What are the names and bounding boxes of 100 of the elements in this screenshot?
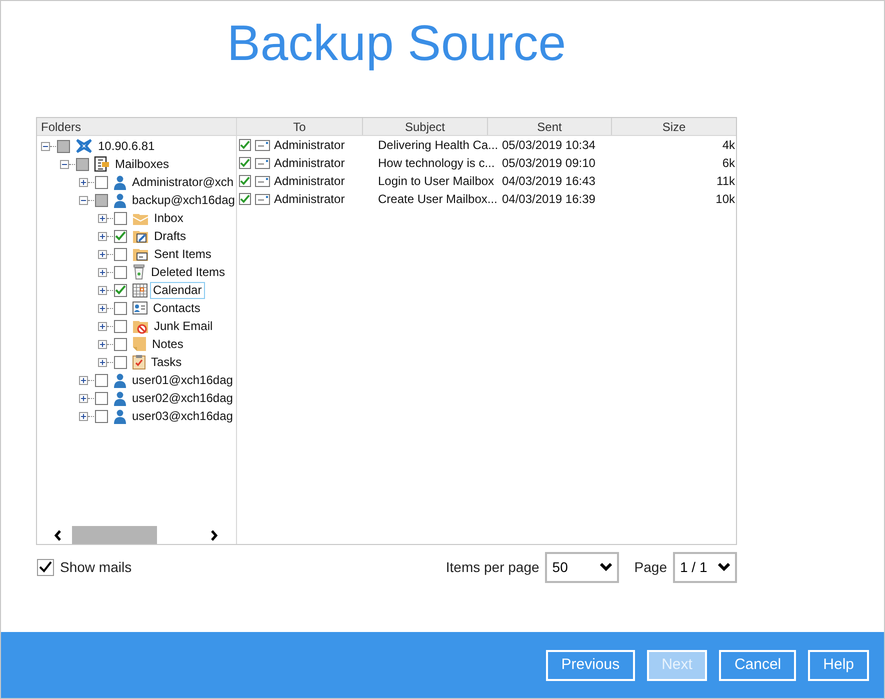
- tree-item[interactable]: 10.90.6.81: [95, 138, 158, 154]
- tree-item[interactable]: user02@xch16dag: [129, 390, 236, 406]
- expand-icon[interactable]: [98, 250, 107, 258]
- checkbox[interactable]: [239, 193, 251, 205]
- mail-icon: [255, 194, 270, 204]
- checkbox[interactable]: [114, 356, 127, 368]
- tree-item[interactable]: Tasks: [148, 354, 185, 370]
- scroll-right-icon[interactable]: [210, 530, 218, 540]
- chevron-down-icon: [718, 563, 730, 571]
- expand-icon[interactable]: [98, 358, 107, 366]
- checkbox[interactable]: [114, 230, 127, 242]
- calendar-icon: [132, 282, 148, 298]
- checkbox[interactable]: [114, 266, 127, 278]
- scrollbar-thumb[interactable]: [72, 526, 157, 544]
- column-header[interactable]: Sent: [488, 118, 612, 135]
- column-header[interactable]: Size: [612, 118, 736, 135]
- expand-icon[interactable]: [79, 376, 88, 384]
- mail-icon: [255, 158, 270, 168]
- collapse-icon[interactable]: [60, 160, 69, 168]
- tree-item[interactable]: backup@xch16dag: [129, 192, 236, 208]
- checkbox[interactable]: [114, 284, 127, 296]
- page-label: Page: [634, 558, 667, 577]
- items-per-page-label: Items per page: [446, 558, 540, 577]
- table-cell-text: Login to User Mailbox: [378, 173, 496, 190]
- checkbox[interactable]: [114, 248, 127, 260]
- tree-item[interactable]: Inbox: [151, 210, 186, 226]
- table-cell-text: Create User Mailbox...: [378, 191, 498, 208]
- tree-item[interactable]: Drafts: [151, 228, 190, 244]
- expand-icon[interactable]: [98, 340, 107, 348]
- table-cell-text: 05/03/2019 09:10: [502, 155, 596, 172]
- table-cell-text: 04/03/2019 16:43: [502, 173, 596, 190]
- folder-pen-icon: [132, 228, 149, 244]
- checkbox[interactable]: [95, 374, 108, 386]
- expand-icon[interactable]: [98, 304, 107, 312]
- user-icon: [113, 174, 127, 190]
- expand-icon[interactable]: [79, 178, 88, 186]
- checkbox[interactable]: [95, 176, 108, 188]
- tree-item[interactable]: Sent Items: [151, 246, 214, 262]
- user-icon: [113, 390, 127, 406]
- tree-item[interactable]: Junk Email: [151, 318, 216, 334]
- checkbox[interactable]: [239, 139, 251, 151]
- user-icon: [113, 408, 127, 424]
- mail-icon: [255, 176, 270, 186]
- contact-card-icon: [132, 301, 148, 315]
- checkbox[interactable]: [114, 320, 127, 332]
- checkbox[interactable]: [76, 158, 89, 170]
- checkbox[interactable]: [95, 410, 108, 422]
- table-cell-text: 05/03/2019 10:34: [502, 137, 596, 154]
- items-per-page-dropdown[interactable]: 50: [545, 552, 620, 582]
- column-header: Folders: [37, 118, 236, 136]
- collapse-icon[interactable]: [79, 196, 88, 204]
- expand-icon[interactable]: [98, 214, 107, 222]
- folder-mail-icon: [132, 246, 149, 262]
- scroll-left-icon[interactable]: [54, 530, 62, 540]
- trash-icon: [132, 264, 146, 280]
- expand-icon[interactable]: [98, 322, 107, 330]
- collapse-icon[interactable]: [41, 142, 50, 150]
- tree-item[interactable]: Contacts: [150, 300, 204, 316]
- folder-blocked-icon: [132, 318, 149, 334]
- checkbox[interactable]: [37, 558, 54, 576]
- tree-item[interactable]: Calendar: [150, 282, 205, 298]
- table-cell-text: 10k: [714, 191, 736, 208]
- expand-icon[interactable]: [98, 232, 107, 240]
- user-icon: [113, 192, 127, 208]
- page-title: Backup Source: [227, 15, 566, 71]
- tree-item[interactable]: Notes: [149, 336, 186, 352]
- tree-item[interactable]: user03@xch16dag: [129, 408, 236, 424]
- expand-icon[interactable]: [79, 394, 88, 402]
- table-cell-text: 11k: [716, 173, 736, 190]
- mail-icon: [255, 140, 270, 150]
- checkbox[interactable]: [114, 302, 127, 314]
- checkbox[interactable]: [239, 175, 251, 187]
- checkbox[interactable]: [114, 338, 127, 350]
- expand-icon[interactable]: [98, 268, 107, 276]
- checkbox[interactable]: [95, 392, 108, 404]
- table-cell-text: Delivering Health Ca...: [378, 137, 500, 154]
- checkbox[interactable]: [114, 212, 127, 224]
- checkbox[interactable]: [95, 194, 108, 206]
- expand-icon[interactable]: [98, 286, 107, 294]
- table-cell-text: Administrator: [274, 155, 346, 172]
- clipboard-check-icon: [132, 354, 146, 370]
- tree-item[interactable]: Administrator@xch: [129, 174, 236, 190]
- tree-item[interactable]: Deleted Items: [148, 264, 228, 280]
- table-cell-text: 04/03/2019 16:39: [502, 191, 596, 208]
- column-header[interactable]: To: [237, 118, 363, 135]
- table-cell-text: 6k: [721, 155, 736, 172]
- checkbox-label: Show mails: [60, 558, 132, 576]
- page-dropdown[interactable]: 1 / 1: [673, 552, 737, 582]
- table-cell-text: Administrator: [274, 137, 346, 154]
- tree-item[interactable]: Mailboxes: [112, 156, 172, 172]
- tree-item[interactable]: user01@xch16dag: [129, 372, 236, 388]
- footer-button: Next: [646, 650, 708, 680]
- checkbox[interactable]: [57, 140, 70, 152]
- expand-icon[interactable]: [79, 412, 88, 420]
- checkbox[interactable]: [239, 157, 251, 169]
- table-cell-text: How technology is c...: [378, 155, 496, 172]
- mailbox-icon: [94, 156, 110, 172]
- note-icon: [132, 336, 147, 352]
- table-cell-text: Administrator: [274, 173, 346, 190]
- column-header[interactable]: Subject: [363, 118, 488, 135]
